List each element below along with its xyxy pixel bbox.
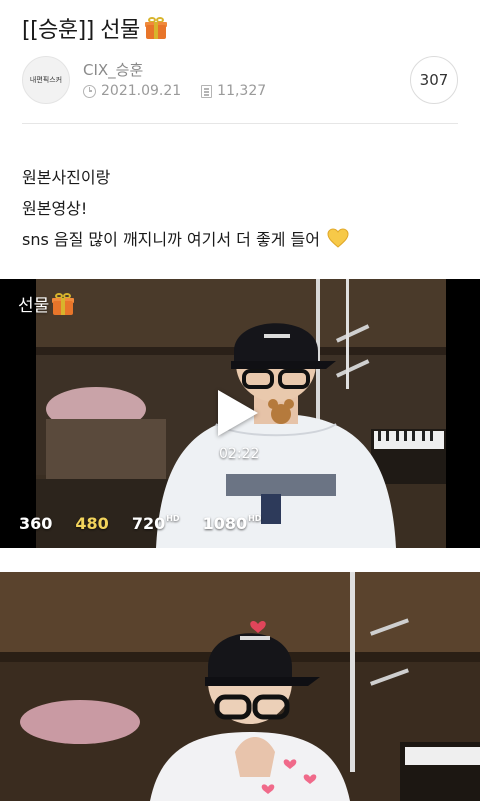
avatar-text: 내편픽스커	[29, 76, 63, 84]
view-count: 11,327	[217, 83, 267, 99]
quality-option-360[interactable]: 360	[19, 514, 52, 533]
post-photo[interactable]	[0, 572, 480, 801]
body-line: 원본영상!	[22, 199, 88, 218]
author-name[interactable]: CIX_승훈	[83, 59, 143, 80]
post-title-text: [[승훈]] 선물	[22, 18, 140, 43]
clock-icon	[83, 84, 96, 98]
avatar[interactable]: 내편픽스커	[22, 56, 70, 104]
video-player[interactable]: 선물 02:22 360 480 720HD 1080HD	[0, 279, 480, 548]
video-duration: 02:22	[219, 446, 260, 462]
author-row: 내편픽스커 CIX_승훈 2021.09.21 11,327 307	[22, 56, 458, 106]
hd-badge: HD	[166, 513, 180, 523]
hd-badge: HD	[248, 513, 262, 523]
photo-image	[0, 572, 480, 801]
views-icon	[201, 84, 213, 98]
gift-icon	[51, 292, 75, 316]
body-line-with-emoji: sns 음질 많이 깨지니까 여기서 더 좋게 들어	[22, 224, 349, 255]
quality-option-480[interactable]: 480	[75, 514, 108, 533]
video-caption-text: 선물	[18, 296, 50, 316]
post-title: [[승훈]] 선물	[22, 12, 168, 44]
divider	[22, 123, 458, 124]
comment-count: 307	[419, 71, 449, 89]
gift-icon	[144, 16, 168, 40]
post-date: 2021.09.21	[101, 83, 182, 99]
comment-count-button[interactable]: 307	[410, 56, 458, 104]
quality-option-720[interactable]: 720HD	[132, 514, 180, 533]
post-body: 원본사진이랑 원본영상! sns 음질 많이 깨지니까 여기서 더 좋게 들어	[22, 162, 349, 255]
quality-option-1080[interactable]: 1080HD	[203, 514, 262, 533]
play-icon[interactable]	[218, 390, 258, 436]
yellow-heart-icon	[327, 228, 349, 248]
body-line: 원본사진이랑	[22, 168, 111, 187]
video-caption: 선물	[18, 291, 75, 316]
quality-selector: 360 480 720HD 1080HD	[19, 514, 284, 533]
post-meta: 2021.09.21 11,327	[83, 83, 266, 99]
body-line: sns 음질 많이 깨지니까 여기서 더 좋게 들어	[22, 230, 320, 249]
